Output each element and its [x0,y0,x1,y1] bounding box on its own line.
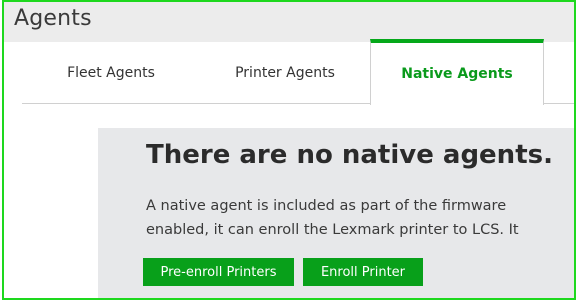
pre-enroll-printers-button[interactable]: Pre-enroll Printers [143,258,294,286]
description-line-1: A native agent is included as part of th… [146,198,507,214]
tab-native-agents[interactable]: Native Agents [370,39,544,105]
empty-state-title: There are no native agents. [146,140,553,170]
empty-state-description: A native agent is included as part of th… [146,194,574,242]
tab-bar: Fleet Agents Printer Agents Native Agent… [4,39,574,105]
tab-fleet-agents[interactable]: Fleet Agents [22,42,200,104]
page-title: Agents [14,6,92,31]
enroll-printer-button[interactable]: Enroll Printer [303,258,423,286]
tab-printer-agents[interactable]: Printer Agents [200,42,370,104]
page-header: Agents [4,2,574,43]
empty-state-panel: There are no native agents. A native age… [98,128,574,298]
description-line-2: enabled, it can enroll the Lexmark print… [146,222,519,238]
agents-page: Agents Fleet Agents Printer Agents Nativ… [2,0,576,300]
